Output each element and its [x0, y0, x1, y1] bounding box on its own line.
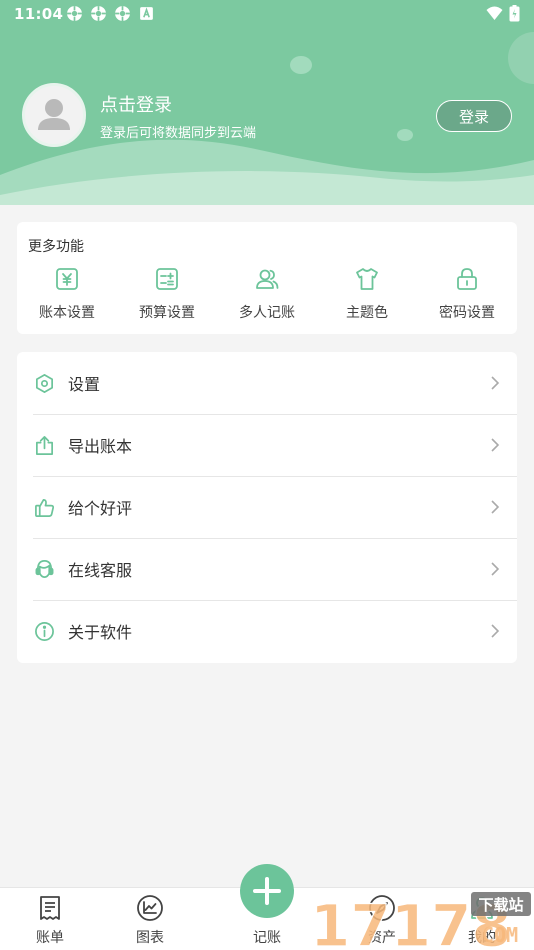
- app-notification-icon: [115, 6, 130, 21]
- chart-icon: [137, 895, 163, 921]
- lock-icon: [457, 268, 477, 290]
- more-functions-title: 更多功能: [28, 239, 84, 255]
- profile-header: 11:04 点击登录 登录后可将数据同步到云端 登录: [0, 0, 534, 205]
- tab-label: 记账: [253, 930, 281, 946]
- function-budget-settings[interactable]: 预算设置: [117, 266, 217, 322]
- users-icon: [256, 269, 279, 289]
- function-multi-user[interactable]: 多人记账: [217, 266, 317, 322]
- battery-icon: [509, 5, 520, 22]
- watermark-sub: 下载站: [478, 896, 523, 914]
- tab-chart[interactable]: 图表: [110, 888, 190, 950]
- a-notification-icon: [140, 7, 153, 20]
- default-avatar-icon: [38, 99, 70, 130]
- watermark-domain: COM: [482, 923, 518, 947]
- menu-item-export[interactable]: 导出账本: [17, 414, 517, 476]
- app-notification-icon: [91, 6, 106, 21]
- customer-service-icon: [35, 559, 54, 578]
- plus-icon: [253, 877, 281, 905]
- hexagon-settings-icon: [36, 373, 53, 393]
- menu-item-about[interactable]: 关于软件: [17, 600, 517, 662]
- function-label: 密码设置: [439, 305, 495, 321]
- menu-item-settings[interactable]: 设置: [17, 352, 517, 414]
- tshirt-icon: [356, 268, 378, 290]
- yuan-icon: [56, 268, 78, 290]
- function-ledger-settings[interactable]: 账本设置: [17, 266, 117, 322]
- function-password-settings[interactable]: 密码设置: [417, 266, 517, 322]
- login-subtitle: 登录后可将数据同步到云端: [100, 126, 257, 141]
- app-notification-icon: [67, 6, 82, 21]
- menu-item-label: 设置: [68, 375, 101, 394]
- tab-bill[interactable]: 账单: [10, 888, 90, 950]
- function-label: 主题色: [346, 305, 388, 321]
- thumbs-up-icon: [35, 498, 55, 517]
- site-watermark-logo: 17178 下载站 COM: [309, 891, 531, 950]
- menu-item-label: 在线客服: [68, 561, 133, 580]
- function-row: 账本设置 预算设置 多人记账 主题色 密码设置: [17, 266, 517, 322]
- status-right: [486, 5, 520, 22]
- tab-label: 账单: [36, 930, 64, 946]
- chevron-right-icon: [491, 500, 500, 514]
- notification-icons: [66, 5, 155, 22]
- avatar[interactable]: [22, 83, 86, 147]
- function-theme-color[interactable]: 主题色: [317, 266, 417, 322]
- function-label: 预算设置: [139, 305, 195, 321]
- budget-icon: [156, 268, 178, 290]
- chevron-right-icon: [491, 376, 500, 390]
- login-button[interactable]: 登录: [436, 100, 512, 132]
- wifi-icon: [486, 6, 503, 20]
- bill-icon: [40, 896, 60, 920]
- function-label: 账本设置: [39, 305, 95, 321]
- function-label: 多人记账: [239, 305, 295, 321]
- more-functions-card: 更多功能 账本设置 预算设置 多人记账 主题色 密码设置: [17, 222, 517, 334]
- menu-item-label: 导出账本: [68, 437, 133, 456]
- menu-list-card: 设置 导出账本 给个好评 在线客服 关于软件: [17, 352, 517, 663]
- status-bar: 11:04: [0, 0, 534, 28]
- add-record-button[interactable]: [240, 864, 294, 918]
- status-time: 11:04: [14, 5, 64, 23]
- menu-item-label: 关于软件: [68, 623, 133, 642]
- chevron-right-icon: [491, 624, 500, 638]
- tab-label: 图表: [136, 930, 164, 946]
- menu-item-label: 给个好评: [68, 499, 133, 518]
- chevron-right-icon: [491, 562, 500, 576]
- menu-item-customer-service[interactable]: 在线客服: [17, 538, 517, 600]
- info-icon: [35, 621, 54, 641]
- login-title[interactable]: 点击登录: [100, 91, 172, 117]
- chevron-right-icon: [491, 438, 500, 452]
- export-icon: [36, 435, 53, 455]
- menu-item-rate[interactable]: 给个好评: [17, 476, 517, 538]
